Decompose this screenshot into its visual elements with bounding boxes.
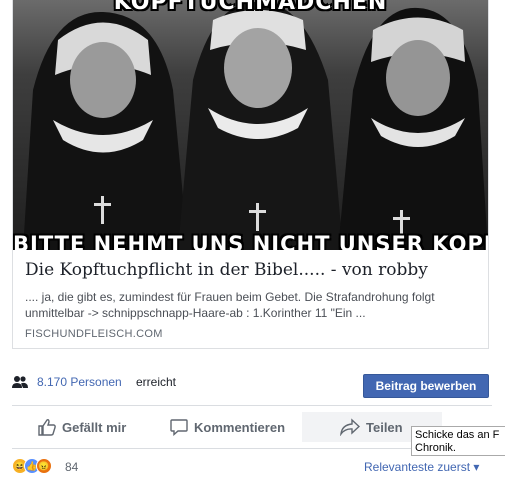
divider bbox=[12, 405, 492, 406]
reaction-count[interactable]: 84 bbox=[65, 460, 78, 474]
post: KOPFTUCHMÄDCHEN BITTE NEHMT UNS NICHT UN… bbox=[0, 0, 505, 481]
link-preview-card[interactable]: KOPFTUCHMÄDCHEN BITTE NEHMT UNS NICHT UN… bbox=[12, 0, 489, 349]
reach-suffix: erreicht bbox=[136, 375, 177, 389]
link-preview-image[interactable]: KOPFTUCHMÄDCHEN BITTE NEHMT UNS NICHT UN… bbox=[13, 0, 488, 250]
tooltip-line-2: Chronik. bbox=[415, 442, 456, 454]
link-preview-body[interactable]: Die Kopftuchpflicht in der Bibel..... - … bbox=[13, 250, 488, 348]
share-tooltip: Schicke das an F Chronik. bbox=[411, 426, 505, 456]
thumbs-up-icon bbox=[38, 419, 56, 436]
tooltip-line-1: Schicke das an F bbox=[415, 429, 500, 441]
share-label: Teilen bbox=[366, 419, 403, 435]
link-domain: FISCHUNDFLEISCH.COM bbox=[25, 328, 163, 340]
comment-button[interactable]: Kommentieren bbox=[170, 412, 285, 442]
boost-post-button[interactable]: Beitrag bewerben bbox=[363, 374, 489, 398]
like-label: Gefällt mir bbox=[62, 419, 127, 435]
reach-count-link[interactable]: 8.170 Personen bbox=[37, 375, 122, 389]
comment-icon bbox=[170, 419, 188, 436]
share-arrow-icon bbox=[340, 418, 360, 436]
link-description: .... ja, die gibt es, zumindest für Frau… bbox=[25, 290, 435, 320]
comment-sort-dropdown[interactable]: Relevanteste zuerst ▾ bbox=[364, 460, 479, 474]
angry-icon[interactable]: 😠 bbox=[36, 458, 52, 474]
comment-label: Kommentieren bbox=[194, 419, 286, 435]
people-icon bbox=[12, 376, 28, 388]
meme-top-text: KOPFTUCHMÄDCHEN bbox=[113, 0, 388, 15]
reactions-row: 😆 👍 😠 84 Relevanteste zuerst ▾ bbox=[12, 458, 492, 476]
link-title[interactable]: Die Kopftuchpflicht in der Bibel..... - … bbox=[25, 260, 480, 280]
like-button[interactable]: Gefällt mir bbox=[38, 412, 126, 442]
meme-bottom-text: BITTE NEHMT UNS NICHT UNSER KOPFTUCH! bbox=[13, 232, 488, 250]
nuns-photo bbox=[23, 1, 488, 250]
